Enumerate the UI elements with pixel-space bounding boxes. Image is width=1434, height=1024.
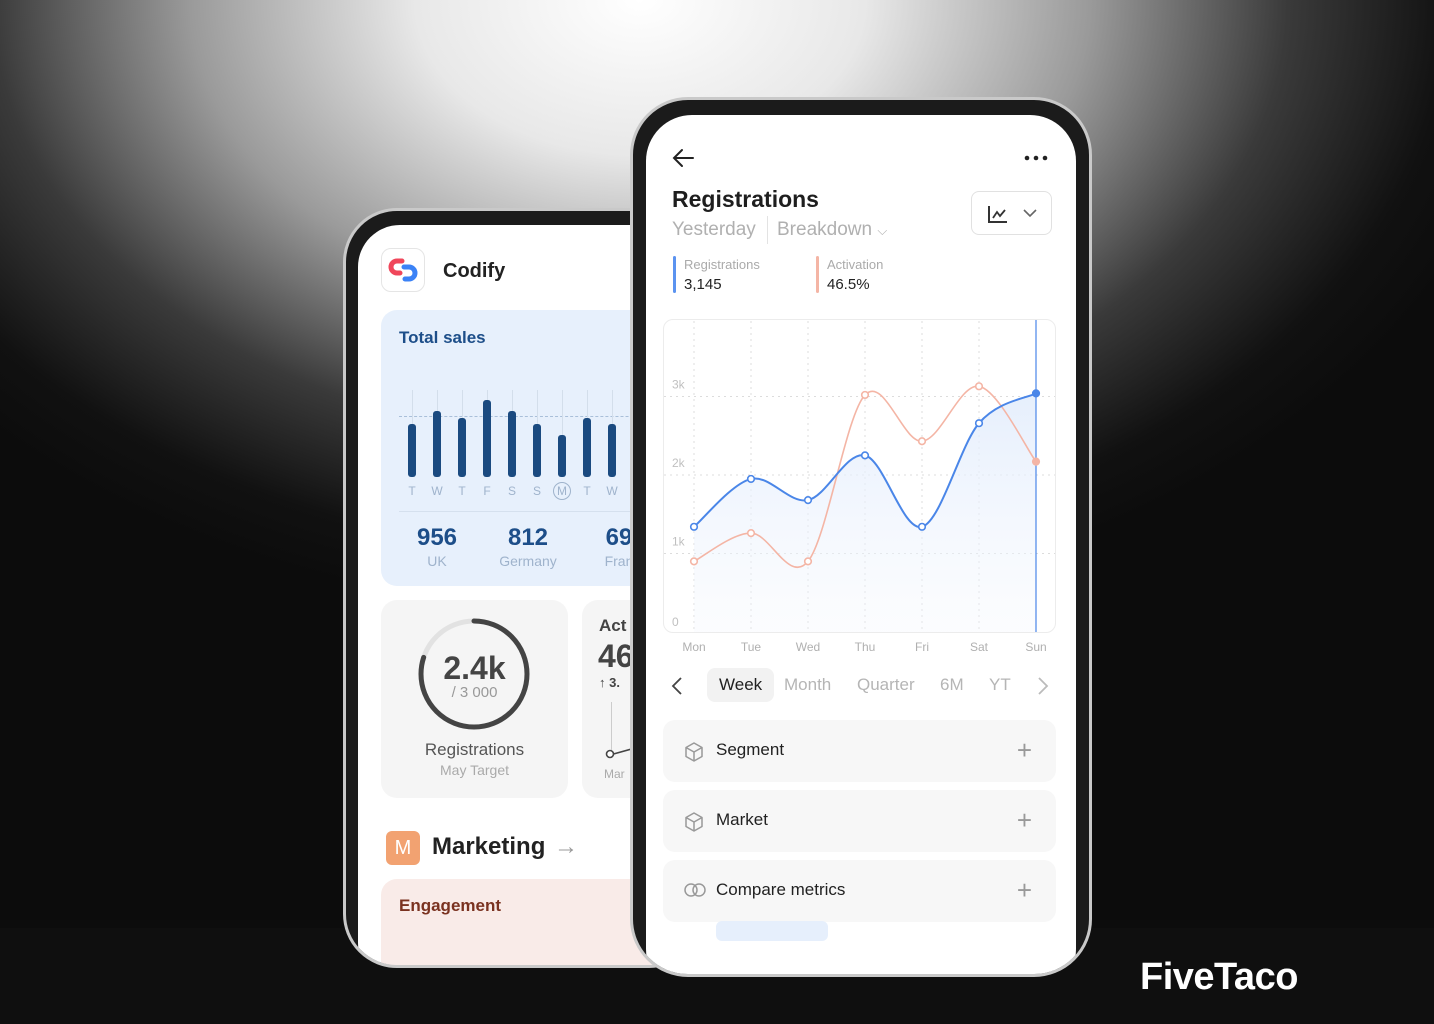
stat-label: Germany <box>499 553 557 569</box>
y-tick-label: 2k <box>672 456 686 470</box>
x-tick-label: Mon <box>682 640 705 654</box>
data-point[interactable] <box>860 451 870 460</box>
registrations-card-subtitle: May Target <box>440 762 509 778</box>
sales-bar[interactable] <box>458 418 466 477</box>
bar-day-label: W <box>431 484 443 498</box>
sales-bar[interactable] <box>408 424 416 477</box>
chevron-right-icon[interactable] <box>1037 676 1049 696</box>
data-point[interactable] <box>974 382 984 391</box>
activation-card-change: ↑ 3. <box>599 675 620 690</box>
stat-value: 956 <box>416 524 458 551</box>
x-tick-label: Tue <box>741 640 762 654</box>
x-tick-label: Sat <box>970 640 989 654</box>
option-row-market[interactable]: Market + <box>663 790 1056 852</box>
right-phone: Registrations Yesterday Breakdown ⌵ Regi… <box>630 97 1092 977</box>
data-point[interactable] <box>860 390 870 400</box>
bar-day-label: T <box>458 484 466 498</box>
stat-value: 812 <box>507 524 549 551</box>
data-point[interactable] <box>974 419 984 428</box>
stat-label: UK <box>427 553 447 569</box>
tab-yt[interactable]: YT <box>989 675 1011 695</box>
bar-day-label: M <box>553 482 571 500</box>
option-row-compare-metrics[interactable]: Compare metrics + <box>663 860 1056 922</box>
sales-bar[interactable] <box>608 424 616 477</box>
sales-bar[interactable] <box>433 411 441 477</box>
registrations-value: 2.4k <box>443 650 506 686</box>
marketing-title[interactable]: Marketing <box>432 833 545 861</box>
bar-day-label: S <box>532 484 541 498</box>
activation-card-title: Act <box>599 616 627 635</box>
bar-day-label: F <box>483 484 491 498</box>
registrations-target-card[interactable]: 2.4k / 3 000 Registrations May Target <box>381 600 568 798</box>
cube-icon <box>683 811 705 838</box>
period-selector: Week Month Quarter 6M YT <box>646 668 1076 702</box>
activation-card-value: 46 <box>598 638 634 674</box>
x-tick-label: Wed <box>796 640 820 654</box>
x-tick-label: Thu <box>855 640 876 654</box>
total-sales-title: Total sales <box>399 328 486 347</box>
bar-day-label: T <box>583 484 591 498</box>
plus-icon[interactable]: + <box>1017 807 1032 833</box>
bar-day-label: T <box>408 484 416 498</box>
compare-chip <box>716 921 828 941</box>
bar-day-label: S <box>507 484 516 498</box>
bar-day-label: W <box>606 484 618 498</box>
y-tick-label: 1k <box>672 535 686 549</box>
compare-circles-icon <box>683 881 707 904</box>
option-label: Market <box>716 810 768 829</box>
chevron-left-icon[interactable] <box>671 676 683 696</box>
x-tick-label: Sun <box>1025 640 1046 654</box>
tab-month[interactable]: Month <box>784 675 831 695</box>
registrations-target: / 3 000 <box>451 684 498 701</box>
x-tick-label: Fri <box>915 640 929 654</box>
data-point[interactable] <box>689 557 699 566</box>
data-point[interactable] <box>803 557 813 566</box>
tab-quarter[interactable]: Quarter <box>857 675 915 695</box>
data-point[interactable] <box>746 528 756 538</box>
sales-bar[interactable] <box>533 424 541 477</box>
data-point[interactable] <box>1031 457 1041 466</box>
y-tick-label: 3k <box>672 378 686 392</box>
tab-week[interactable]: Week <box>707 668 775 702</box>
sales-bar[interactable] <box>583 418 591 477</box>
data-point[interactable] <box>746 474 756 484</box>
app-logo <box>381 248 425 292</box>
plus-icon[interactable]: + <box>1017 737 1032 763</box>
sales-bar[interactable] <box>483 400 491 477</box>
registrations-line-chart[interactable]: Mon Tue Wed Thu Fri Sat Sun 0 1k 2k 3k <box>646 115 1076 675</box>
data-point[interactable] <box>1031 389 1041 398</box>
engagement-title: Engagement <box>399 896 502 915</box>
sales-bar[interactable] <box>508 411 516 477</box>
app-name: Codify <box>443 260 506 282</box>
sales-bar[interactable] <box>558 435 566 477</box>
option-label: Segment <box>716 740 785 759</box>
registrations-card-title: Registrations <box>424 740 525 759</box>
cube-icon <box>683 741 705 768</box>
fivetaco-logo: FiveTaco <box>1140 956 1298 998</box>
tab-6m[interactable]: 6M <box>940 675 964 695</box>
option-row-segment[interactable]: Segment + <box>663 720 1056 782</box>
right-phone-screen: Registrations Yesterday Breakdown ⌵ Regi… <box>646 115 1076 974</box>
y-tick-label: 0 <box>672 615 679 629</box>
activation-axis-label: Mar <box>604 767 625 781</box>
data-point[interactable] <box>803 496 813 505</box>
plus-icon[interactable]: + <box>1017 877 1032 903</box>
arrow-right-icon[interactable]: → <box>554 833 578 861</box>
data-point[interactable] <box>689 522 699 531</box>
option-label: Compare metrics <box>716 880 846 899</box>
data-point[interactable] <box>917 437 927 446</box>
data-point[interactable] <box>917 522 927 531</box>
marketing-badge: M <box>386 831 420 865</box>
